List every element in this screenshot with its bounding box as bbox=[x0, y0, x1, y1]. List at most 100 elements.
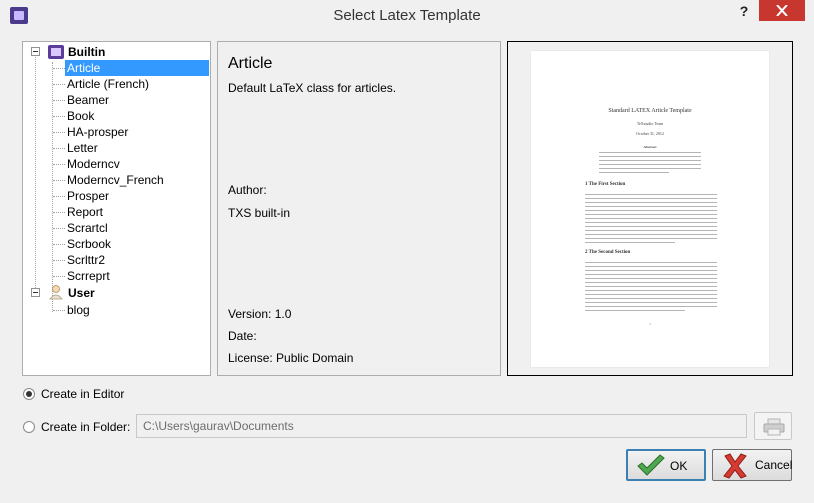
preview-text-line bbox=[599, 160, 701, 161]
tree-item-scrreprt[interactable]: Scrreprt bbox=[67, 268, 110, 284]
create-in-editor-label[interactable]: Create in Editor bbox=[41, 387, 124, 401]
tree-connector bbox=[53, 310, 65, 311]
preview-text-line bbox=[585, 226, 717, 227]
template-version: Version: 1.0 bbox=[228, 307, 292, 321]
author-value: TXS built-in bbox=[228, 206, 291, 220]
tree-item-prosper[interactable]: Prosper bbox=[67, 188, 109, 204]
template-tree[interactable]: Builtin Article Article (French) Beamer … bbox=[22, 41, 211, 376]
ok-button-label: OK bbox=[670, 459, 688, 473]
author-heading: Author: bbox=[228, 183, 267, 197]
help-button[interactable]: ? bbox=[736, 3, 752, 21]
preview-text-line bbox=[585, 242, 675, 243]
tree-item-scrbook[interactable]: Scrbook bbox=[67, 236, 111, 252]
cancel-button-label: Cancel bbox=[755, 458, 793, 472]
tree-connector bbox=[53, 100, 65, 101]
preview-text-line bbox=[585, 266, 717, 267]
template-date: Date: bbox=[228, 329, 257, 343]
tree-connector bbox=[53, 260, 65, 261]
preview-date: October 31, 2012 bbox=[636, 131, 664, 136]
tree-item-moderncv-french[interactable]: Moderncv_French bbox=[67, 172, 164, 188]
preview-text-line bbox=[585, 218, 717, 219]
preview-text-line bbox=[585, 210, 717, 211]
preview-text-line bbox=[585, 262, 717, 263]
cancel-button[interactable]: Cancel bbox=[712, 449, 792, 481]
tree-item-article-french[interactable]: Article (French) bbox=[67, 76, 149, 92]
builtin-icon bbox=[48, 45, 64, 59]
tree-item-ha-prosper[interactable]: HA-prosper bbox=[67, 124, 128, 140]
preview-author: TeXstudio Team bbox=[636, 121, 664, 126]
create-in-folder-radio[interactable] bbox=[23, 421, 35, 433]
preview-text-line bbox=[585, 194, 717, 195]
user-collapse-icon[interactable] bbox=[31, 288, 40, 297]
tree-group-builtin[interactable]: Builtin bbox=[68, 44, 105, 60]
preview-text-line bbox=[585, 238, 717, 239]
tree-connector bbox=[53, 276, 65, 277]
template-description: Default LaTeX class for articles. bbox=[228, 81, 397, 95]
green-check-icon bbox=[637, 454, 665, 476]
preview-text-line bbox=[585, 198, 717, 199]
tree-connector bbox=[53, 132, 65, 133]
tree-item-scrartcl[interactable]: Scrartcl bbox=[67, 220, 108, 236]
folder-path-input[interactable] bbox=[136, 414, 747, 438]
preview-text-line bbox=[585, 298, 717, 299]
tree-connector bbox=[53, 212, 65, 213]
tree-item-article[interactable]: Article bbox=[65, 60, 209, 76]
template-info-panel: Article Default LaTeX class for articles… bbox=[217, 41, 501, 376]
tree-item-scrlttr2[interactable]: Scrlttr2 bbox=[67, 252, 105, 268]
preview-page: Standard LATEX Article Template TeXstudi… bbox=[531, 51, 769, 367]
tree-connector bbox=[53, 164, 65, 165]
template-preview: Standard LATEX Article Template TeXstudi… bbox=[507, 41, 793, 376]
browse-folder-button[interactable] bbox=[754, 412, 792, 440]
builtin-collapse-icon[interactable] bbox=[31, 47, 40, 56]
tree-item-moderncv[interactable]: Moderncv bbox=[67, 156, 120, 172]
tree-item-beamer[interactable]: Beamer bbox=[67, 92, 109, 108]
preview-text-line bbox=[599, 164, 701, 165]
tree-item-book[interactable]: Book bbox=[67, 108, 94, 124]
tree-connector bbox=[53, 180, 65, 181]
tree-item-report[interactable]: Report bbox=[67, 204, 103, 220]
red-x-icon bbox=[723, 453, 747, 479]
preview-section-1: 1 The First Section bbox=[585, 182, 626, 187]
tree-connector bbox=[53, 148, 65, 149]
tree-connector bbox=[53, 244, 65, 245]
close-button[interactable] bbox=[759, 0, 805, 21]
title-bar: Select Latex Template ? bbox=[0, 0, 814, 31]
preview-text-line bbox=[585, 286, 717, 287]
preview-text-line bbox=[599, 156, 701, 157]
tree-connector bbox=[53, 116, 65, 117]
preview-text-line bbox=[585, 230, 717, 231]
tree-connector bbox=[53, 68, 65, 69]
tree-connector bbox=[53, 84, 65, 85]
user-icon bbox=[49, 285, 63, 300]
tree-connector bbox=[53, 228, 65, 229]
preview-abstract-heading: Abstract bbox=[643, 145, 657, 149]
ok-button[interactable]: OK bbox=[626, 449, 706, 481]
tree-group-user[interactable]: User bbox=[68, 285, 95, 301]
preview-text-line bbox=[599, 152, 701, 153]
template-title: Article bbox=[228, 55, 273, 72]
preview-text-line bbox=[585, 278, 717, 279]
preview-title: Standard LATEX Article Template bbox=[608, 108, 692, 114]
tree-item-blog[interactable]: blog bbox=[67, 302, 90, 318]
tree-connector bbox=[35, 54, 36, 294]
preview-text-line bbox=[585, 306, 717, 307]
preview-text-line bbox=[585, 206, 717, 207]
preview-text-line bbox=[599, 172, 669, 173]
preview-text-line bbox=[585, 302, 717, 303]
preview-page-number: 1 bbox=[649, 322, 651, 326]
preview-text-line bbox=[585, 214, 717, 215]
preview-text-line bbox=[585, 274, 717, 275]
preview-text-line bbox=[585, 290, 717, 291]
create-in-folder-label[interactable]: Create in Folder: bbox=[41, 420, 130, 434]
preview-text-line bbox=[585, 234, 717, 235]
tree-item-letter[interactable]: Letter bbox=[67, 140, 98, 156]
preview-text-line bbox=[585, 222, 717, 223]
template-license: License: Public Domain bbox=[228, 351, 354, 365]
window-title: Select Latex Template bbox=[333, 7, 481, 24]
tree-connector bbox=[53, 196, 65, 197]
preview-text-line bbox=[585, 202, 717, 203]
preview-text-line bbox=[599, 168, 701, 169]
printer-icon bbox=[763, 418, 785, 436]
create-in-editor-radio[interactable] bbox=[23, 388, 35, 400]
preview-text-line bbox=[585, 310, 685, 311]
